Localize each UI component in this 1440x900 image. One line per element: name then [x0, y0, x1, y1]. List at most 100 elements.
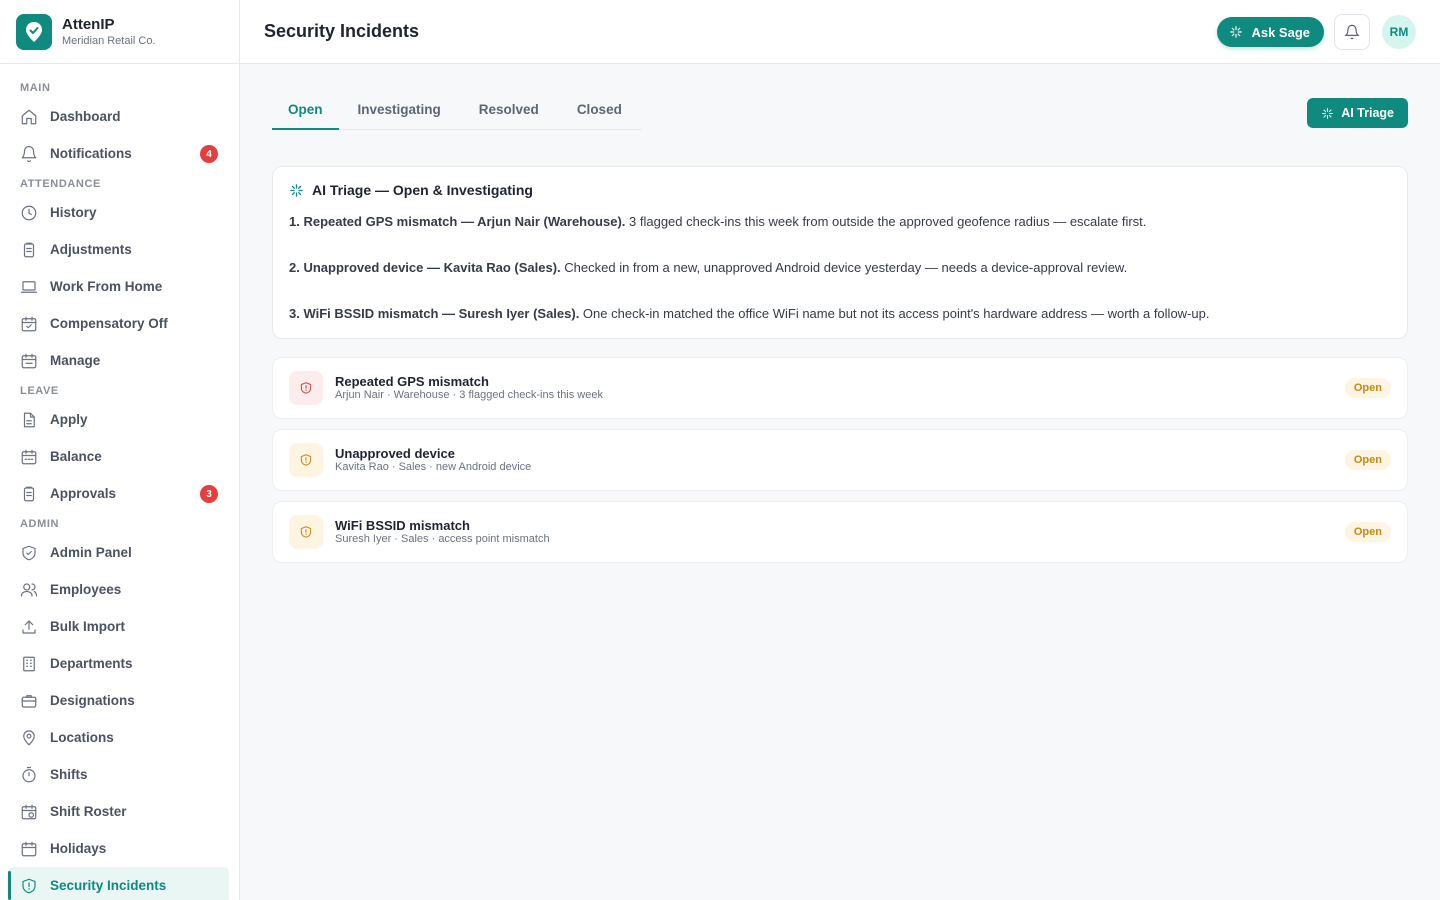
- sidebar-item-label: Manage: [50, 353, 101, 368]
- sidebar-item-adjustments[interactable]: Adjustments: [0, 231, 239, 268]
- sidebar-item-locations[interactable]: Locations: [0, 719, 239, 756]
- sidebar-item-label: Departments: [50, 656, 133, 671]
- document-icon: [20, 411, 38, 429]
- brand-name: AttenIP: [62, 15, 115, 33]
- ask-sage-label: Ask Sage: [1251, 24, 1310, 40]
- ai-triage-summary: AI Triage — Open & Investigating 1. Repe…: [272, 166, 1408, 339]
- sidebar-item-work-from-home[interactable]: Work From Home: [0, 268, 239, 305]
- incident-status-tabs: Open Investigating Resolved Closed: [272, 94, 641, 130]
- sidebar-item-label: Shifts: [50, 767, 88, 782]
- sidebar-item-label: Shift Roster: [50, 804, 127, 819]
- triage-item-text: 3 flagged check-ins this week from outsi…: [625, 214, 1147, 229]
- triage-item-heading: 1. Repeated GPS mismatch — Arjun Nair (W…: [289, 214, 626, 229]
- sidebar-nav: MAIN Dashboard Notifications 4 ATTENDANC…: [0, 64, 239, 900]
- sidebar-item-balance[interactable]: Balance: [0, 438, 239, 475]
- triage-item: 3. WiFi BSSID mismatch — Suresh Iyer (Sa…: [289, 305, 1391, 323]
- bell-icon: [1344, 24, 1360, 40]
- map-pin-icon: [20, 729, 38, 747]
- top-header: Security Incidents Ask Sage RM: [240, 0, 1440, 64]
- sidebar-item-security-incidents[interactable]: Security Incidents: [8, 867, 229, 900]
- sidebar-item-holidays[interactable]: Holidays: [0, 830, 239, 867]
- sidebar-item-label: Holidays: [50, 841, 107, 856]
- incident-title: Repeated GPS mismatch: [335, 374, 489, 389]
- sidebar-item-bulk-import[interactable]: Bulk Import: [0, 608, 239, 645]
- status-badge: Open: [1344, 522, 1391, 542]
- user-avatar[interactable]: RM: [1382, 15, 1416, 49]
- clipboard-icon: [20, 241, 38, 259]
- incident-title: WiFi BSSID mismatch: [335, 518, 470, 533]
- sidebar-item-label: Notifications: [50, 146, 132, 161]
- shield-check-icon: [20, 544, 38, 562]
- calendar-clock-icon: [20, 803, 38, 821]
- shield-alert-icon: [20, 877, 38, 895]
- bell-icon: [20, 145, 38, 163]
- tab-open[interactable]: Open: [272, 94, 339, 130]
- sidebar-item-label: Apply: [50, 412, 88, 427]
- incident-subtitle: Kavita Rao · Sales · new Android device: [335, 461, 532, 473]
- notifications-button[interactable]: [1334, 14, 1370, 50]
- triage-title: AI Triage — Open & Investigating: [312, 182, 533, 198]
- calendar-icon: [20, 840, 38, 858]
- shield-alert-icon: [289, 515, 323, 549]
- sidebar-item-label: Adjustments: [50, 242, 132, 257]
- sidebar-item-employees[interactable]: Employees: [0, 571, 239, 608]
- calendar-check-icon: [20, 315, 38, 333]
- sidebar-item-manage[interactable]: Manage: [0, 342, 239, 379]
- sidebar-item-label: Dashboard: [50, 109, 121, 124]
- sparkle-icon: [1230, 26, 1243, 38]
- clipboard-icon: [20, 485, 38, 503]
- sidebar-item-label: Employees: [50, 582, 122, 597]
- triage-item-text: Checked in from a new, unapproved Androi…: [560, 260, 1128, 275]
- brand[interactable]: AttenIP Meridian Retail Co.: [0, 0, 239, 64]
- tab-resolved[interactable]: Resolved: [460, 94, 558, 129]
- approvals-count-badge: 3: [200, 485, 218, 503]
- laptop-icon: [20, 278, 38, 296]
- notifications-count-badge: 4: [200, 145, 218, 163]
- nav-section-attendance: ATTENDANCE: [20, 178, 101, 190]
- calendar-icon: [20, 352, 38, 370]
- tab-investigating[interactable]: Investigating: [339, 94, 460, 129]
- ai-triage-button[interactable]: AI Triage: [1307, 98, 1408, 128]
- sidebar-item-apply[interactable]: Apply: [0, 401, 239, 438]
- incident-card[interactable]: Repeated GPS mismatch Arjun Nair · Wareh…: [272, 357, 1408, 419]
- incident-card[interactable]: Unapproved device Kavita Rao · Sales · n…: [272, 429, 1408, 491]
- sidebar-item-admin-panel[interactable]: Admin Panel: [0, 534, 239, 571]
- status-badge: Open: [1344, 378, 1391, 398]
- users-icon: [20, 581, 38, 599]
- sparkle-icon: [290, 183, 303, 197]
- ask-sage-button[interactable]: Ask Sage: [1217, 17, 1324, 47]
- sidebar-item-shift-roster[interactable]: Shift Roster: [0, 793, 239, 830]
- nav-section-main: MAIN: [20, 82, 51, 94]
- sidebar-item-label: Designations: [50, 693, 135, 708]
- incident-card[interactable]: WiFi BSSID mismatch Suresh Iyer · Sales …: [272, 501, 1408, 563]
- brand-org: Meridian Retail Co.: [62, 34, 156, 47]
- briefcase-icon: [20, 692, 38, 710]
- triage-item-heading: 2. Unapproved device — Kavita Rao (Sales…: [289, 260, 561, 275]
- shield-alert-icon: [289, 443, 323, 477]
- sidebar-item-shifts[interactable]: Shifts: [0, 756, 239, 793]
- sparkle-icon: [1322, 107, 1334, 119]
- sidebar-item-label: Security Incidents: [50, 878, 167, 893]
- calendar-grid-icon: [20, 448, 38, 466]
- sidebar-item-label: History: [50, 205, 97, 220]
- sidebar-item-compensatory-off[interactable]: Compensatory Off: [0, 305, 239, 342]
- sidebar: AttenIP Meridian Retail Co. MAIN Dashboa…: [0, 0, 240, 900]
- sidebar-item-dashboard[interactable]: Dashboard: [0, 98, 239, 135]
- triage-item-heading: 3. WiFi BSSID mismatch — Suresh Iyer (Sa…: [289, 306, 580, 321]
- nav-section-admin: ADMIN: [20, 518, 60, 530]
- brand-logo-icon: [16, 13, 52, 50]
- upload-icon: [20, 618, 38, 636]
- sidebar-item-notifications[interactable]: Notifications 4: [0, 135, 239, 172]
- sidebar-item-label: Balance: [50, 449, 102, 464]
- sidebar-item-departments[interactable]: Departments: [0, 645, 239, 682]
- sidebar-item-label: Approvals: [50, 486, 117, 501]
- sidebar-item-history[interactable]: History: [0, 194, 239, 231]
- sidebar-item-designations[interactable]: Designations: [0, 682, 239, 719]
- sidebar-item-label: Locations: [50, 730, 114, 745]
- status-badge: Open: [1344, 450, 1391, 470]
- nav-section-leave: LEAVE: [20, 385, 59, 397]
- incident-subtitle: Suresh Iyer · Sales · access point misma…: [335, 533, 550, 545]
- sidebar-item-label: Bulk Import: [50, 619, 126, 634]
- tab-closed[interactable]: Closed: [558, 94, 641, 129]
- sidebar-item-approvals[interactable]: Approvals 3: [0, 475, 239, 512]
